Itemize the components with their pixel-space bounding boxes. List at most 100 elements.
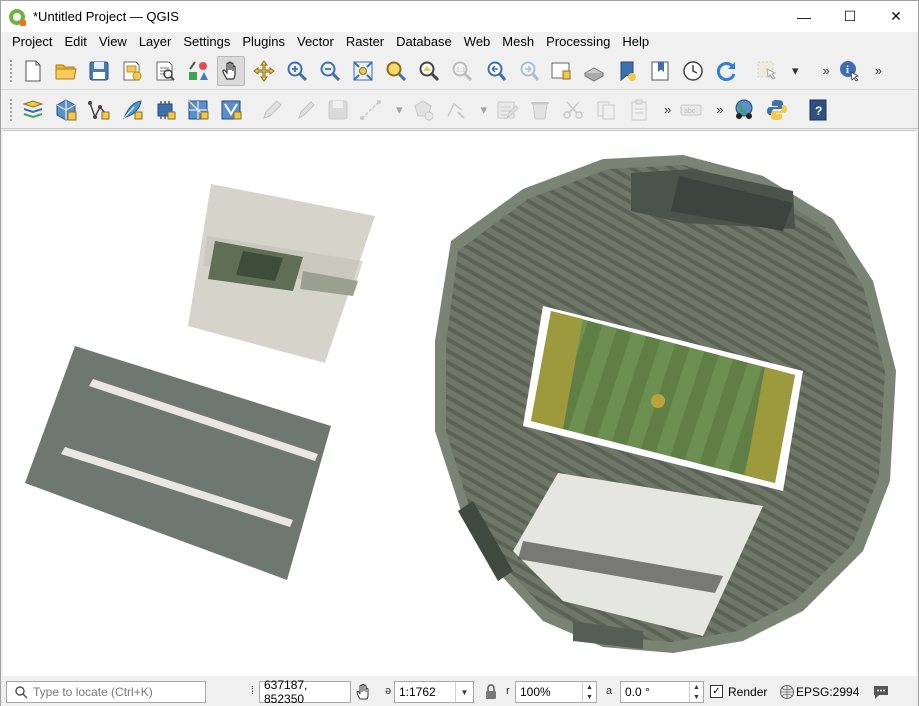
new-map-view-button[interactable] — [547, 56, 575, 86]
add-ring-button[interactable] — [409, 95, 437, 125]
style-manager-button[interactable] — [184, 56, 212, 86]
mesh-grid-icon — [188, 100, 209, 119]
zoom-native-resolution-button[interactable]: 1:1 — [448, 56, 476, 86]
toggle-editing-button[interactable] — [258, 95, 286, 125]
menu-edit[interactable]: Edit — [58, 32, 92, 52]
show-bookmarks-button[interactable] — [646, 56, 674, 86]
locator-input[interactable] — [33, 685, 203, 699]
new-vector-tile-layer-button[interactable] — [217, 95, 245, 125]
menu-view[interactable]: View — [93, 32, 133, 52]
zoom-out-icon — [320, 61, 341, 81]
save-project-button[interactable] — [85, 56, 113, 86]
zoom-next-button[interactable] — [514, 56, 542, 86]
layout-manager-button[interactable] — [151, 56, 179, 86]
zoom-last-button[interactable] — [481, 56, 509, 86]
magnifier-value: 100% — [520, 685, 551, 699]
pan-to-selection-button[interactable] — [250, 56, 278, 86]
zoom-to-selection-icon — [386, 61, 407, 81]
map-view-icon — [551, 62, 571, 79]
new-print-layout-button[interactable] — [118, 56, 146, 86]
digitize-dropdown-arrow[interactable]: ▾ — [396, 102, 403, 118]
vertex-dropdown-arrow[interactable]: ▾ — [481, 102, 488, 118]
zoom-full-button[interactable] — [349, 56, 377, 86]
paste-features-button[interactable] — [625, 95, 653, 125]
menu-vector[interactable]: Vector — [291, 32, 340, 52]
toolbar1-overflow-right-chevron[interactable]: » — [875, 63, 882, 78]
copy-icon — [597, 101, 615, 119]
zoom-next-icon — [520, 61, 540, 81]
digitize-line-icon — [360, 99, 381, 120]
new-spatialite-layer-button[interactable] — [118, 95, 146, 125]
delete-selected-button[interactable] — [526, 95, 554, 125]
help-book-icon: ? — [809, 99, 827, 120]
scale-dropdown-arrow[interactable]: ▼ — [455, 682, 473, 702]
identify-icon: i — [839, 60, 859, 82]
magnifier-spin-buttons[interactable]: ▲ ▼ — [582, 682, 596, 702]
copy-features-button[interactable] — [592, 95, 620, 125]
stadium — [435, 155, 896, 653]
toolbar1-overflow-chevron[interactable]: » — [823, 63, 830, 78]
close-button[interactable]: ✕ — [873, 1, 919, 32]
data-source-manager-button[interactable] — [19, 95, 47, 125]
messages-icon[interactable] — [872, 684, 890, 700]
vertex-tool-button[interactable] — [442, 95, 470, 125]
menu-help[interactable]: Help — [616, 32, 655, 52]
open-project-button[interactable] — [52, 56, 80, 86]
select-features-button[interactable] — [753, 56, 781, 86]
new-3d-map-view-button[interactable] — [580, 56, 608, 86]
minimize-button[interactable]: — — [781, 1, 827, 32]
cut-features-button[interactable] — [559, 95, 587, 125]
new-project-button[interactable] — [19, 56, 47, 86]
scale-combobox[interactable]: 1:1762 ▼ — [394, 681, 474, 703]
label-tool-button[interactable]: abc — [677, 95, 705, 125]
magnifier-spinbox[interactable]: 100% ▲ ▼ — [515, 681, 597, 703]
new-geopackage-layer-button[interactable] — [52, 95, 80, 125]
rotation-spinbox[interactable]: 0.0 ° ▲ ▼ — [620, 681, 704, 703]
menu-settings[interactable]: Settings — [177, 32, 236, 52]
menu-plugins[interactable]: Plugins — [236, 32, 291, 52]
current-edits-button[interactable] — [291, 95, 319, 125]
new-shapefile-layer-button[interactable] — [85, 95, 113, 125]
toolbar-handle[interactable] — [9, 58, 13, 83]
save-layer-edits-button[interactable] — [324, 95, 352, 125]
pencil-icon — [263, 99, 282, 119]
pan-map-button[interactable] — [217, 55, 245, 86]
toolbar2-second-overflow-chevron[interactable]: » — [716, 102, 723, 117]
digitize-line-button[interactable] — [357, 95, 385, 125]
locator-bar[interactable] — [6, 681, 206, 703]
globe-plugin-button[interactable] — [730, 95, 758, 125]
menu-web[interactable]: Web — [458, 32, 497, 52]
coordinate-field[interactable]: 637187, 852350 — [259, 678, 351, 706]
zoom-to-layer-button[interactable] — [415, 56, 443, 86]
refresh-button[interactable] — [712, 56, 740, 86]
menu-raster[interactable]: Raster — [340, 32, 390, 52]
zoom-to-selection-button[interactable] — [382, 56, 410, 86]
zoom-out-button[interactable] — [316, 56, 344, 86]
menu-database[interactable]: Database — [390, 32, 458, 52]
toolbar-handle[interactable] — [9, 97, 13, 122]
crs-globe-icon — [780, 685, 794, 699]
crs-button[interactable]: EPSG:2994 — [796, 685, 859, 699]
map-canvas[interactable] — [3, 130, 916, 676]
maximize-button[interactable]: ☐ — [827, 1, 873, 32]
select-dropdown-arrow[interactable]: ▾ — [792, 63, 799, 79]
menu-project[interactable]: Project — [6, 32, 58, 52]
toggle-extents-mouse-icon[interactable] — [356, 683, 372, 701]
render-checkbox[interactable]: ✓ — [710, 685, 723, 698]
menu-layer[interactable]: Layer — [133, 32, 178, 52]
help-button[interactable]: ? — [804, 95, 832, 125]
menu-processing[interactable]: Processing — [540, 32, 616, 52]
temporal-controller-button[interactable] — [679, 56, 707, 86]
identify-features-button[interactable]: i — [836, 56, 864, 86]
new-virtual-layer-button[interactable] — [151, 95, 179, 125]
python-console-button[interactable] — [763, 95, 791, 125]
modify-attributes-button[interactable] — [493, 95, 521, 125]
zoom-in-button[interactable] — [283, 56, 311, 86]
new-bookmark-button[interactable] — [613, 56, 641, 86]
virtual-layer-chip-icon — [157, 100, 176, 119]
new-temporary-scratch-layer-button[interactable] — [184, 95, 212, 125]
toolbar2-overflow-chevron[interactable]: » — [664, 102, 671, 117]
lock-scale-icon[interactable] — [485, 684, 497, 700]
menu-mesh[interactable]: Mesh — [496, 32, 540, 52]
rotation-spin-buttons[interactable]: ▲ ▼ — [689, 682, 703, 702]
